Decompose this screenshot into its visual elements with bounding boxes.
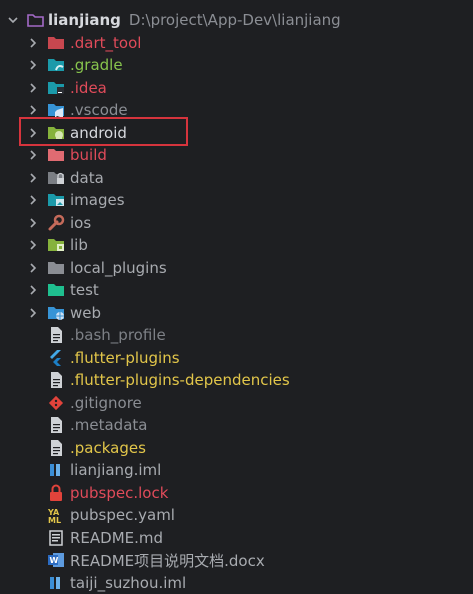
chevron-right-icon[interactable] [24, 189, 42, 211]
tree-item-label: build [70, 146, 107, 164]
folder-icon [47, 304, 65, 322]
folder-row-ios[interactable]: ios [0, 212, 473, 234]
chevron-right-icon[interactable] [24, 167, 42, 189]
file-row-taiji-suzhou-iml[interactable]: taiji_suzhou.iml [0, 572, 473, 594]
root-folder-label: lianjiang D:\project\App-Dev\lianjiang [48, 11, 341, 29]
file-row-gitignore[interactable]: .gitignore [0, 392, 473, 414]
file-row-readme-md[interactable]: README.md [0, 527, 473, 549]
git-file-icon [47, 394, 65, 412]
yaml-file-icon: YA ML [47, 506, 65, 524]
folder-row-lib[interactable]: lib [0, 234, 473, 256]
folder-open-icon [26, 11, 44, 29]
folder-icon [47, 169, 65, 187]
folder-icon [47, 56, 65, 74]
tree-item-label: .packages [70, 438, 146, 457]
root-folder-row[interactable]: lianjiang D:\project\App-Dev\lianjiang [0, 9, 473, 31]
folder-icon [47, 146, 65, 164]
folder-icon [47, 79, 65, 97]
folder-row-local-plugins[interactable]: local_plugins [0, 257, 473, 279]
folder-row-build[interactable]: build [0, 144, 473, 166]
tree-item-label: .idea [70, 78, 107, 97]
document-file-icon [47, 326, 65, 344]
folder-row-data[interactable]: data [0, 167, 473, 189]
tree-item-label: lib [70, 236, 88, 254]
file-explorer-tree: lianjiang D:\project\App-Dev\lianjiang .d… [0, 0, 473, 592]
tree-item-label: .gitignore [70, 393, 142, 412]
tree-item-label: .gradle [70, 56, 123, 74]
tree-item-label: README.md [70, 528, 164, 547]
tree-item-label: test [70, 281, 99, 299]
tree-item-label: .flutter-plugins [70, 348, 180, 367]
lock-file-icon [47, 484, 65, 502]
file-row-pubspec-yaml[interactable]: YA ML pubspec.yaml [0, 504, 473, 526]
folder-row-dart-tool[interactable]: .dart_tool [0, 32, 473, 54]
folder-icon [47, 281, 65, 299]
folder-row-images[interactable]: images [0, 189, 473, 211]
tree-item-label: .bash_profile [70, 326, 166, 344]
tree-item-label: lianjiang.iml [70, 461, 162, 479]
file-row-lianjiang-iml[interactable]: lianjiang.iml [0, 459, 473, 481]
folder-row-web[interactable]: web [0, 302, 473, 324]
tree-item-label: android [70, 123, 127, 142]
file-row-packages[interactable]: .packages [0, 437, 473, 459]
chevron-right-icon[interactable] [24, 32, 42, 54]
root-folder-name: lianjiang [48, 11, 121, 29]
chevron-right-icon[interactable] [24, 54, 42, 76]
svg-text:W: W [50, 556, 59, 565]
tree-item-label: pubspec.yaml [70, 506, 175, 524]
tree-item-label: local_plugins [70, 258, 167, 277]
tree-item-label: .flutter-plugins-dependencies [70, 371, 290, 389]
file-row-pubspec-lock[interactable]: pubspec.lock [0, 482, 473, 504]
chevron-right-icon[interactable] [24, 77, 42, 99]
file-row-flutter-plugins[interactable]: .flutter-plugins [0, 347, 473, 369]
word-file-icon: W [47, 551, 65, 569]
chevron-down-icon[interactable] [4, 9, 22, 31]
svg-text:ML: ML [48, 516, 61, 524]
folder-row-test[interactable]: test [0, 279, 473, 301]
tree-item-label: .dart_tool [70, 33, 142, 52]
iml-file-icon [47, 574, 65, 592]
flutter-file-icon [47, 349, 65, 367]
folder-icon [47, 101, 65, 119]
chevron-right-icon[interactable] [24, 122, 42, 144]
markdown-file-icon [47, 529, 65, 547]
chevron-right-icon[interactable] [24, 302, 42, 324]
document-file-icon [47, 371, 65, 389]
tree-item-label: README项目说明文档.docx [70, 551, 265, 570]
file-row-readme-docx[interactable]: W README项目说明文档.docx [0, 549, 473, 571]
tree-item-label: web [70, 303, 102, 322]
tree-item-label: data [70, 168, 104, 187]
tree-item-label: ios [70, 213, 92, 232]
tree-item-label: .vscode [70, 101, 128, 119]
document-file-icon [47, 416, 65, 434]
chevron-right-icon[interactable] [24, 279, 42, 301]
iml-file-icon [47, 461, 65, 479]
tree-item-label: .metadata [70, 416, 148, 434]
folder-row-idea[interactable]: .idea [0, 77, 473, 99]
folder-icon [47, 124, 65, 142]
chevron-right-icon[interactable] [24, 234, 42, 256]
chevron-right-icon[interactable] [24, 257, 42, 279]
folder-icon [47, 34, 65, 52]
tree-item-label: images [70, 191, 125, 209]
file-row-bash-profile[interactable]: .bash_profile [0, 324, 473, 346]
chevron-right-icon[interactable] [24, 99, 42, 121]
tree-item-label: taiji_suzhou.iml [70, 573, 187, 592]
folder-row-vscode[interactable]: .vscode [0, 99, 473, 121]
folder-icon [47, 236, 65, 254]
folder-row-android[interactable]: android [0, 122, 473, 144]
chevron-right-icon[interactable] [24, 212, 42, 234]
document-file-icon [47, 439, 65, 457]
wrench-icon [47, 214, 65, 232]
tree-item-label: pubspec.lock [70, 483, 169, 502]
chevron-right-icon[interactable] [24, 144, 42, 166]
folder-icon [47, 259, 65, 277]
file-row-flutter-plugins-dependencies[interactable]: .flutter-plugins-dependencies [0, 369, 473, 391]
folder-icon [47, 191, 65, 209]
folder-row-gradle[interactable]: .gradle [0, 54, 473, 76]
file-row-metadata[interactable]: .metadata [0, 414, 473, 436]
root-folder-path: D:\project\App-Dev\lianjiang [128, 11, 341, 29]
